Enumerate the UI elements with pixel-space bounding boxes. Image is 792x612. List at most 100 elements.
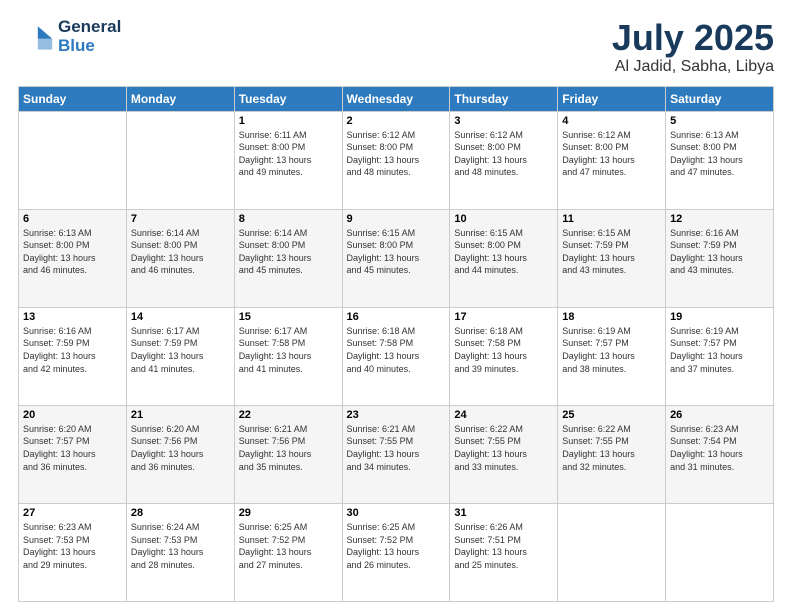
page: General Blue July 2025 Al Jadid, Sabha, … <box>0 0 792 612</box>
day-number: 18 <box>562 311 661 323</box>
main-title: July 2025 <box>612 18 774 58</box>
calendar-cell: 12 Sunrise: 6:16 AM Sunset: 7:59 PM Dayli… <box>666 209 774 307</box>
col-header-wednesday: Wednesday <box>342 86 450 111</box>
calendar-cell: 20Sunrise: 6:20 AM Sunset: 7:57 PM Dayli… <box>19 405 127 503</box>
calendar-cell: 10Sunrise: 6:15 AM Sunset: 8:00 PM Dayli… <box>450 209 558 307</box>
day-info: Sunrise: 6:25 AM Sunset: 7:52 PM Dayligh… <box>347 521 446 571</box>
day-number: 22 <box>239 409 338 421</box>
calendar-table: SundayMondayTuesdayWednesdayThursdayFrid… <box>18 86 774 602</box>
day-number: 12 <box>670 213 769 225</box>
calendar-cell: 14Sunrise: 6:17 AM Sunset: 7:59 PM Dayli… <box>126 307 234 405</box>
day-info: Sunrise: 6:12 AM Sunset: 8:00 PM Dayligh… <box>454 129 553 179</box>
day-number: 23 <box>347 409 446 421</box>
calendar-cell <box>19 111 127 209</box>
col-header-monday: Monday <box>126 86 234 111</box>
calendar-cell: 25 Sunrise: 6:22 AM Sunset: 7:55 PM Dayli… <box>558 405 666 503</box>
calendar-cell <box>126 111 234 209</box>
calendar-cell: 5 Sunrise: 6:13 AM Sunset: 8:00 PM Daylig… <box>666 111 774 209</box>
calendar-cell: 21 Sunrise: 6:20 AM Sunset: 7:56 PM Dayli… <box>126 405 234 503</box>
calendar-body: 1 Sunrise: 6:11 AM Sunset: 8:00 PM Daylig… <box>19 111 774 601</box>
day-number: 10 <box>454 213 553 225</box>
day-info: Sunrise: 6:20 AM Sunset: 7:56 PM Dayligh… <box>131 423 230 473</box>
day-number: 15 <box>239 311 338 323</box>
calendar-cell: 9Sunrise: 6:15 AM Sunset: 8:00 PM Daylig… <box>342 209 450 307</box>
day-number: 21 <box>131 409 230 421</box>
day-info: Sunrise: 6:26 AM Sunset: 7:51 PM Dayligh… <box>454 521 553 571</box>
day-number: 1 <box>239 115 338 127</box>
calendar-cell: 28 Sunrise: 6:24 AM Sunset: 7:53 PM Dayli… <box>126 503 234 601</box>
calendar-cell: 13Sunrise: 6:16 AM Sunset: 7:59 PM Dayli… <box>19 307 127 405</box>
subtitle: Al Jadid, Sabha, Libya <box>612 58 774 76</box>
calendar-cell: 26Sunrise: 6:23 AM Sunset: 7:54 PM Dayli… <box>666 405 774 503</box>
calendar-cell: 22 Sunrise: 6:21 AM Sunset: 7:56 PM Dayli… <box>234 405 342 503</box>
calendar-cell: 30Sunrise: 6:25 AM Sunset: 7:52 PM Dayli… <box>342 503 450 601</box>
day-number: 4 <box>562 115 661 127</box>
day-info: Sunrise: 6:12 AM Sunset: 8:00 PM Dayligh… <box>347 129 446 179</box>
day-number: 26 <box>670 409 769 421</box>
logo-icon <box>18 19 54 55</box>
day-info: Sunrise: 6:17 AM Sunset: 7:59 PM Dayligh… <box>131 325 230 375</box>
calendar-cell: 11 Sunrise: 6:15 AM Sunset: 7:59 PM Dayli… <box>558 209 666 307</box>
logo-text: General Blue <box>58 18 121 55</box>
calendar-cell: 18 Sunrise: 6:19 AM Sunset: 7:57 PM Dayli… <box>558 307 666 405</box>
calendar-cell: 31Sunrise: 6:26 AM Sunset: 7:51 PM Dayli… <box>450 503 558 601</box>
calendar-cell: 23 Sunrise: 6:21 AM Sunset: 7:55 PM Dayli… <box>342 405 450 503</box>
calendar-cell: 19 Sunrise: 6:19 AM Sunset: 7:57 PM Dayli… <box>666 307 774 405</box>
calendar-cell: 15 Sunrise: 6:17 AM Sunset: 7:58 PM Dayli… <box>234 307 342 405</box>
day-number: 27 <box>23 507 122 519</box>
day-number: 16 <box>347 311 446 323</box>
title-block: July 2025 Al Jadid, Sabha, Libya <box>612 18 774 76</box>
day-info: Sunrise: 6:13 AM Sunset: 8:00 PM Dayligh… <box>23 227 122 277</box>
calendar-cell: 6 Sunrise: 6:13 AM Sunset: 8:00 PM Daylig… <box>19 209 127 307</box>
calendar-cell: 3 Sunrise: 6:12 AM Sunset: 8:00 PM Daylig… <box>450 111 558 209</box>
day-info: Sunrise: 6:16 AM Sunset: 7:59 PM Dayligh… <box>670 227 769 277</box>
calendar-week-5: 27Sunrise: 6:23 AM Sunset: 7:53 PM Dayli… <box>19 503 774 601</box>
col-header-thursday: Thursday <box>450 86 558 111</box>
day-info: Sunrise: 6:21 AM Sunset: 7:55 PM Dayligh… <box>347 423 446 473</box>
day-info: Sunrise: 6:11 AM Sunset: 8:00 PM Dayligh… <box>239 129 338 179</box>
day-info: Sunrise: 6:15 AM Sunset: 7:59 PM Dayligh… <box>562 227 661 277</box>
day-number: 11 <box>562 213 661 225</box>
day-number: 28 <box>131 507 230 519</box>
calendar-cell: 16 Sunrise: 6:18 AM Sunset: 7:58 PM Dayli… <box>342 307 450 405</box>
day-info: Sunrise: 6:13 AM Sunset: 8:00 PM Dayligh… <box>670 129 769 179</box>
calendar-cell: 2 Sunrise: 6:12 AM Sunset: 8:00 PM Daylig… <box>342 111 450 209</box>
col-header-saturday: Saturday <box>666 86 774 111</box>
day-number: 17 <box>454 311 553 323</box>
logo: General Blue <box>18 18 121 55</box>
day-info: Sunrise: 6:22 AM Sunset: 7:55 PM Dayligh… <box>562 423 661 473</box>
day-number: 7 <box>131 213 230 225</box>
day-info: Sunrise: 6:22 AM Sunset: 7:55 PM Dayligh… <box>454 423 553 473</box>
calendar-cell: 7 Sunrise: 6:14 AM Sunset: 8:00 PM Daylig… <box>126 209 234 307</box>
day-info: Sunrise: 6:16 AM Sunset: 7:59 PM Dayligh… <box>23 325 122 375</box>
day-info: Sunrise: 6:14 AM Sunset: 8:00 PM Dayligh… <box>131 227 230 277</box>
day-number: 20 <box>23 409 122 421</box>
col-header-tuesday: Tuesday <box>234 86 342 111</box>
calendar-cell: 4 Sunrise: 6:12 AM Sunset: 8:00 PM Daylig… <box>558 111 666 209</box>
day-number: 19 <box>670 311 769 323</box>
day-info: Sunrise: 6:19 AM Sunset: 7:57 PM Dayligh… <box>670 325 769 375</box>
day-info: Sunrise: 6:25 AM Sunset: 7:52 PM Dayligh… <box>239 521 338 571</box>
day-number: 6 <box>23 213 122 225</box>
day-number: 29 <box>239 507 338 519</box>
day-number: 5 <box>670 115 769 127</box>
day-info: Sunrise: 6:18 AM Sunset: 7:58 PM Dayligh… <box>454 325 553 375</box>
calendar-cell: 8Sunrise: 6:14 AM Sunset: 8:00 PM Daylig… <box>234 209 342 307</box>
day-info: Sunrise: 6:17 AM Sunset: 7:58 PM Dayligh… <box>239 325 338 375</box>
calendar-header-row: SundayMondayTuesdayWednesdayThursdayFrid… <box>19 86 774 111</box>
day-info: Sunrise: 6:12 AM Sunset: 8:00 PM Dayligh… <box>562 129 661 179</box>
calendar-week-2: 6 Sunrise: 6:13 AM Sunset: 8:00 PM Daylig… <box>19 209 774 307</box>
day-number: 2 <box>347 115 446 127</box>
day-info: Sunrise: 6:24 AM Sunset: 7:53 PM Dayligh… <box>131 521 230 571</box>
day-info: Sunrise: 6:18 AM Sunset: 7:58 PM Dayligh… <box>347 325 446 375</box>
col-header-sunday: Sunday <box>19 86 127 111</box>
calendar-week-1: 1 Sunrise: 6:11 AM Sunset: 8:00 PM Daylig… <box>19 111 774 209</box>
day-number: 3 <box>454 115 553 127</box>
day-number: 25 <box>562 409 661 421</box>
header: General Blue July 2025 Al Jadid, Sabha, … <box>18 18 774 76</box>
calendar-cell <box>558 503 666 601</box>
day-info: Sunrise: 6:21 AM Sunset: 7:56 PM Dayligh… <box>239 423 338 473</box>
day-info: Sunrise: 6:19 AM Sunset: 7:57 PM Dayligh… <box>562 325 661 375</box>
day-number: 9 <box>347 213 446 225</box>
calendar-cell: 24Sunrise: 6:22 AM Sunset: 7:55 PM Dayli… <box>450 405 558 503</box>
